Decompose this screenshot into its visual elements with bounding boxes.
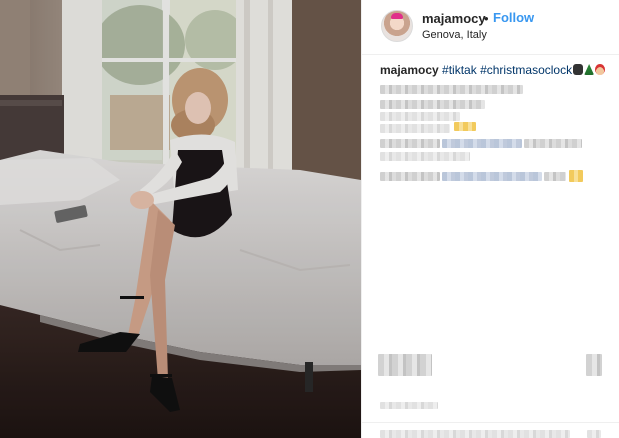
- blurred-bookmark-icon: [586, 354, 602, 376]
- blurred-comment: [380, 139, 440, 148]
- blurred-mention: [442, 139, 522, 148]
- blurred-comment: [380, 172, 440, 181]
- separator-dot: •: [484, 11, 489, 26]
- blurred-comment-input: [380, 430, 570, 438]
- post-header: majamocy • Follow Genova, Italy: [362, 0, 619, 55]
- blurred-comment: [380, 124, 450, 133]
- blurred-comment: [380, 112, 460, 121]
- instagram-post: majamocy • Follow Genova, Italy majamocy…: [0, 0, 619, 438]
- post-photo[interactable]: [0, 0, 361, 438]
- blurred-comment: [380, 85, 523, 94]
- photo-illustration: [0, 0, 361, 438]
- blurred-more-icon: [587, 430, 601, 438]
- blurred-mention: [442, 172, 542, 181]
- watch-emoji-icon: [573, 64, 584, 75]
- santa-emoji-icon: [595, 64, 606, 75]
- blurred-comment: [524, 139, 582, 148]
- blurred-timestamp: [380, 402, 438, 409]
- header-username[interactable]: majamocy: [422, 11, 486, 26]
- hashtag-tiktak[interactable]: #tiktak: [442, 63, 477, 77]
- blurred-action-icons: [378, 354, 432, 376]
- blurred-emoji: [569, 170, 583, 182]
- blurred-comment: [380, 100, 485, 109]
- location-link[interactable]: Genova, Italy: [422, 29, 487, 41]
- follow-button[interactable]: Follow: [493, 10, 534, 25]
- caption: majamocy #tiktak #christmasoclock: [380, 63, 616, 77]
- avatar[interactable]: [381, 10, 413, 42]
- caption-username[interactable]: majamocy: [380, 63, 439, 77]
- divider: [362, 422, 619, 423]
- post-sidebar: majamocy • Follow Genova, Italy majamocy…: [361, 0, 619, 438]
- blurred-comment: [380, 152, 470, 161]
- santa-hat-icon: [391, 13, 403, 19]
- blurred-comment: [544, 172, 566, 181]
- christmas-tree-emoji-icon: [584, 64, 595, 75]
- hashtag-christmasoclock[interactable]: #christmasoclock: [480, 63, 572, 77]
- blurred-emoji: [454, 122, 476, 131]
